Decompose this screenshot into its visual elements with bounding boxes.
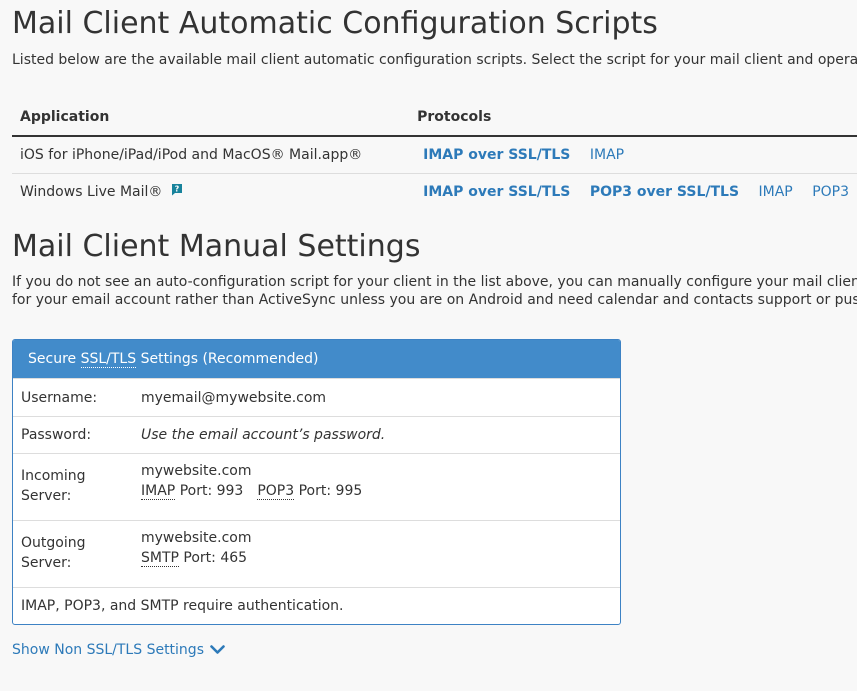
outgoing-server-label: Outgoing Server: [13,521,141,587]
password-label: Password: [21,427,92,443]
outgoing-label-line-2: Server: [21,555,72,571]
outgoing-host: mywebsite.com [141,530,252,546]
help-icon[interactable]: ? [171,183,183,200]
header-protocols: Protocols [409,98,857,137]
ios-imap-link[interactable]: IMAP [590,147,624,163]
manual-settings-intro: If you do not see an auto-configuration … [12,273,857,309]
protocols-cell: IMAP over SSL/TLS POP3 over SSL/TLS IMAP… [409,174,857,211]
app-name-windows-live: Windows Live Mail® [20,184,163,200]
wlm-pop3-link[interactable]: POP3 [812,184,849,200]
incoming-server-row: Incoming Server: mywebsite.com IMAP Port… [13,453,620,520]
page-title-manual-settings: Mail Client Manual Settings [12,229,421,264]
wlm-imap-link[interactable]: IMAP [759,184,793,200]
show-non-ssl-settings-link[interactable]: Show Non SSL/TLS Settings [12,642,225,658]
wlm-imap-ssl-link[interactable]: IMAP over SSL/TLS [423,184,570,200]
username-value: myemail@mywebsite.com [141,389,327,406]
panel-heading-prefix: Secure [28,351,77,367]
chevron-down-icon [210,645,225,654]
ios-imap-ssl-link[interactable]: IMAP over SSL/TLS [423,147,570,163]
imap-abbr: IMAP [141,483,176,500]
header-application: Application [12,98,410,137]
table-row: Windows Live Mail® ? IMAP over SSL/TLS P… [12,174,857,211]
outgoing-ports: SMTP Port: 465 [141,548,252,568]
auto-config-intro: Listed below are the available mail clie… [12,52,857,68]
panel-heading-suffix: Settings (Recommended) [140,351,319,367]
table-row: iOS for iPhone/iPad/iPod and MacOS® Mail… [12,136,857,174]
show-non-ssl-settings-label: Show Non SSL/TLS Settings [12,642,204,658]
incoming-server-value: mywebsite.com IMAP Port: 993 POP3 Port: 9… [141,454,362,520]
incoming-label-line-2: Server: [21,488,72,504]
ssl-tls-abbr: SSL/TLS [80,351,137,368]
manual-intro-line-1: If you do not see an auto-configuration … [12,274,857,290]
pop3-port: Port: 995 [298,483,363,499]
username-row: Username: myemail@mywebsite.com [13,378,620,416]
protocols-cell: IMAP over SSL/TLS IMAP [409,136,857,174]
password-row: Password: Use the email account’s passwo… [13,416,620,453]
outgoing-server-row: Outgoing Server: mywebsite.com SMTP Port… [13,520,620,587]
table-header-row: Application Protocols [12,98,857,137]
incoming-server-label: Incoming Server: [13,454,141,520]
scripts-table: Application Protocols iOS for iPhone/iPa… [12,98,857,210]
password-value: Use the email account’s password. [141,427,386,443]
page-title-auto-config: Mail Client Automatic Configuration Scri… [12,6,658,41]
manual-intro-line-2: for your email account rather than Activ… [12,292,857,308]
secure-settings-panel: Secure SSL/TLS Settings (Recommended) Us… [12,339,621,625]
incoming-host: mywebsite.com [141,463,252,479]
outgoing-label-line-1: Outgoing [21,535,86,551]
app-name-ios: iOS for iPhone/iPad/iPod and MacOS® Mail… [12,136,410,174]
smtp-port: Port: 465 [183,550,248,566]
username-label: Username: [21,389,98,406]
wlm-pop3-ssl-link[interactable]: POP3 over SSL/TLS [590,184,739,200]
svg-text:?: ? [175,184,180,193]
app-cell-windows-live: Windows Live Mail® ? [12,174,409,211]
incoming-label-line-1: Incoming [21,468,86,484]
outgoing-server-value: mywebsite.com SMTP Port: 465 [141,521,252,587]
imap-port: Port: 993 [179,483,244,499]
pop3-abbr: POP3 [257,483,295,500]
panel-heading: Secure SSL/TLS Settings (Recommended) [13,340,620,378]
auth-note: IMAP, POP3, and SMTP require authenticat… [13,587,620,624]
incoming-ports: IMAP Port: 993 POP3 Port: 995 [141,481,362,501]
smtp-abbr: SMTP [141,550,179,567]
page: Mail Client Automatic Configuration Scri… [0,0,857,691]
